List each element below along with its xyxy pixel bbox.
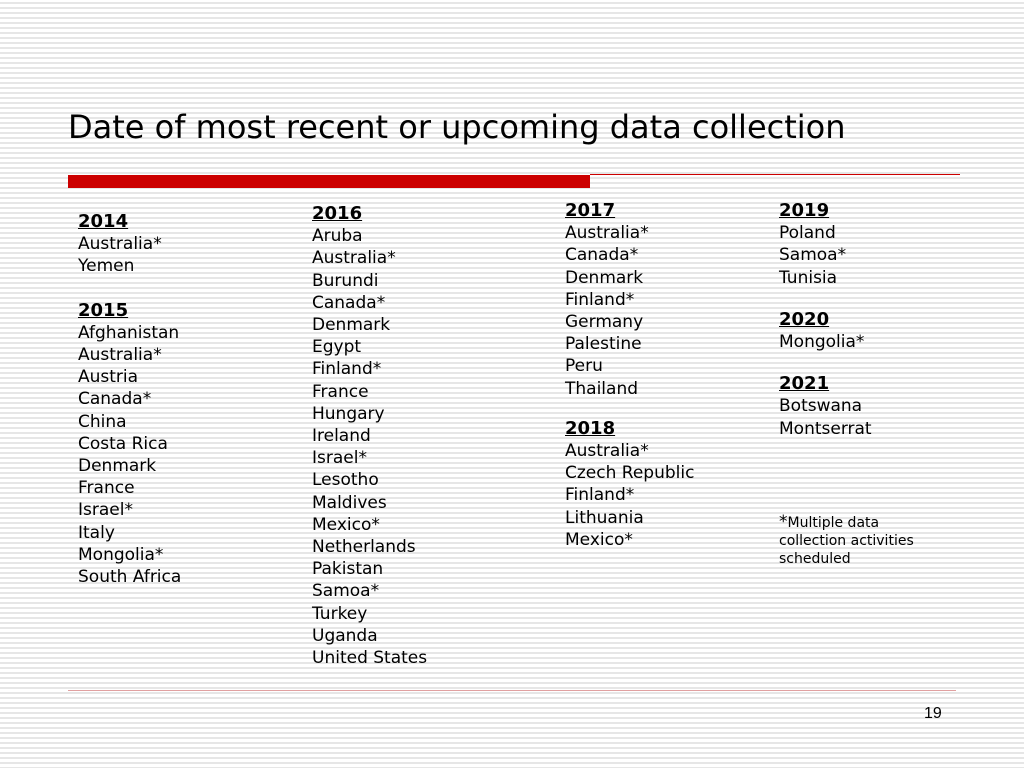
country-item: Peru	[565, 356, 603, 377]
country-item: Finland*	[565, 485, 635, 506]
country-item: Finland*	[312, 359, 382, 380]
year-group-2018: 2018 Australia* Czech Republic Finland* Lith…	[565, 418, 694, 551]
country-item: Ireland	[312, 426, 371, 447]
year-heading: 2017	[565, 200, 616, 221]
year-heading: 2019	[779, 200, 830, 221]
country-item: Netherlands	[312, 537, 416, 558]
country-item: Mongolia*	[779, 332, 865, 353]
year-group-2015: 2015 Afghanistan Australia* Austria Canada* C…	[78, 300, 181, 589]
column-2: 2016 Aruba Australia* Burundi Canada* Denmark…	[312, 203, 427, 669]
title-accent-line	[590, 174, 960, 175]
country-item: Afghanistan	[78, 322, 180, 343]
year-group-2020: 2020 Mongolia*	[779, 309, 872, 353]
country-item: France	[78, 478, 135, 499]
country-item: Mexico*	[312, 514, 380, 535]
country-item: Australia*	[78, 345, 162, 366]
country-item: South Africa	[78, 567, 182, 588]
year-heading: 2015	[78, 299, 129, 321]
column-1: 2014 Australia* Yemen 2015 Afghanistan Austra…	[78, 211, 181, 588]
slide-title: Date of most recent or upcoming data col…	[68, 108, 846, 146]
footer-divider	[68, 690, 956, 691]
country-item: Maldives	[312, 492, 387, 513]
country-item: Burundi	[312, 270, 379, 291]
country-item: Pakistan	[312, 559, 384, 580]
country-item: Palestine	[565, 334, 642, 355]
country-item: Australia*	[78, 234, 162, 255]
country-item: Finland*	[565, 289, 635, 310]
country-item: Samoa*	[779, 245, 847, 266]
country-item: Italy	[78, 522, 115, 543]
country-item: Czech Republic	[565, 463, 695, 484]
country-item: Tunisia	[779, 267, 838, 288]
country-item: Mongolia*	[78, 544, 164, 565]
country-item: Botswana	[779, 396, 863, 417]
country-item: Australia*	[565, 223, 649, 244]
country-item: Egypt	[312, 337, 362, 358]
footnote: *Multiple data collection activities sch…	[779, 513, 949, 568]
country-item: Austria	[78, 367, 139, 388]
country-item: Canada*	[78, 389, 152, 410]
year-heading: 2020	[779, 308, 830, 330]
year-group-2017: 2017 Australia* Canada* Denmark Finland* Germ…	[565, 200, 694, 400]
title-accent-bar	[68, 175, 590, 188]
country-item: France	[312, 381, 369, 402]
country-item: Hungary	[312, 403, 385, 424]
country-item: Uganda	[312, 625, 378, 646]
country-item: Australia*	[312, 248, 396, 269]
footnote-star: *	[779, 512, 788, 532]
country-item: China	[78, 411, 127, 432]
country-item: Costa Rica	[78, 433, 168, 454]
year-heading: 2014	[78, 211, 129, 232]
year-group-2021: 2021 Botswana Montserrat	[779, 373, 872, 440]
country-item: Samoa*	[312, 581, 380, 602]
country-item: Denmark	[312, 315, 391, 336]
country-item: Israel*	[312, 448, 367, 469]
country-item: Yemen	[78, 256, 135, 277]
column-3: 2017 Australia* Canada* Denmark Finland* Germ…	[565, 200, 694, 569]
country-item: Australia*	[565, 441, 649, 462]
year-heading: 2016	[312, 203, 363, 224]
column-4: 2019 Poland Samoa* Tunisia 2020 Mongolia* 2021…	[779, 200, 872, 460]
year-group-2014: 2014 Australia* Yemen	[78, 211, 181, 278]
year-heading: 2018	[565, 417, 616, 439]
country-item: Denmark	[78, 456, 157, 477]
country-item: Montserrat	[779, 418, 872, 439]
country-item: Lithuania	[565, 507, 644, 528]
country-item: Canada*	[312, 292, 386, 313]
country-item: Germany	[565, 312, 644, 333]
country-item: United States	[312, 648, 428, 669]
country-item: Thailand	[565, 378, 639, 399]
page-number: 19	[924, 705, 942, 722]
country-item: Canada*	[565, 245, 639, 266]
country-item: Israel*	[78, 500, 133, 521]
year-group-2016: 2016 Aruba Australia* Burundi Canada* Denmark…	[312, 203, 427, 669]
footnote-text: Multiple data collection activities sche…	[779, 515, 914, 567]
country-item: Poland	[779, 223, 836, 244]
year-group-2019: 2019 Poland Samoa* Tunisia	[779, 200, 872, 289]
year-heading: 2021	[779, 373, 830, 395]
country-item: Mexico*	[565, 529, 633, 550]
country-item: Lesotho	[312, 470, 379, 491]
country-item: Turkey	[312, 603, 368, 624]
country-item: Denmark	[565, 267, 644, 288]
country-item: Aruba	[312, 226, 363, 247]
